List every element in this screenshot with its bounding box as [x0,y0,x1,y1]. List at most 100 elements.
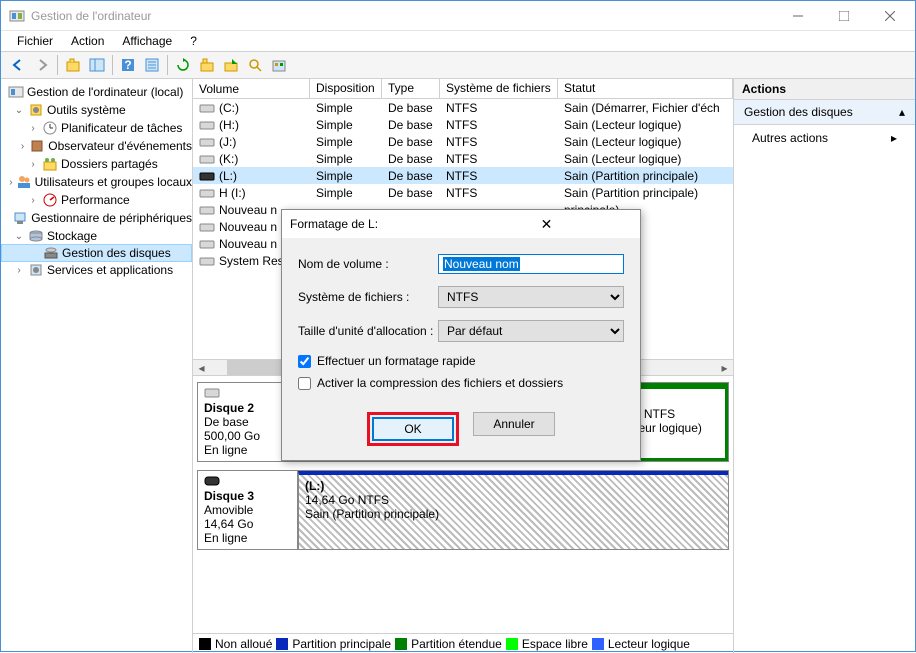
collapse-icon[interactable]: ⌄ [13,105,25,116]
allocation-select[interactable]: Par défaut [438,320,624,342]
menu-view[interactable]: Affichage [114,32,180,50]
expand-icon[interactable]: › [13,265,25,276]
allocation-label: Taille d'unité d'allocation : [298,324,438,338]
drive-icon [199,187,215,199]
drive-icon [199,119,215,131]
properties-button[interactable] [141,54,163,76]
tree-root-label: Gestion de l'ordinateur (local) [27,85,183,99]
disk-title: Disque 3 [204,489,254,503]
col-filesystem[interactable]: Système de fichiers [440,79,558,98]
expand-icon[interactable]: › [19,141,27,152]
vol-disp: Simple [310,118,382,132]
close-button[interactable] [867,1,913,31]
col-disposition[interactable]: Disposition [310,79,382,98]
tree-systools[interactable]: ⌄ Outils système [1,101,192,119]
volume-row[interactable]: (L:)SimpleDe baseNTFSSain (Partition pri… [193,167,733,184]
ok-highlight: OK [367,412,459,446]
part-status: Sain (Partition principale) [305,507,439,521]
tree-shared[interactable]: › Dossiers partagés [1,155,192,173]
dialog-title: Formatage de L: [290,217,461,231]
menu-action[interactable]: Action [63,32,112,50]
collapse-icon[interactable]: ⌄ [13,231,25,242]
filesystem-select[interactable]: NTFS [438,286,624,308]
volume-name-input[interactable]: Nouveau nom [438,254,624,274]
cancel-button[interactable]: Annuler [473,412,555,436]
disk-3-info[interactable]: Disque 3 Amovible 14,64 Go En ligne [198,471,298,549]
disk-status: En ligne [204,531,247,545]
actions-subheader[interactable]: Gestion des disques▴ [734,100,915,125]
format-dialog: Formatage de L: ✕ Nom de volume : Nouvea… [281,209,641,461]
vol-stat: Sain (Démarrer, Fichier d'éch [558,101,733,115]
volume-row[interactable]: (H:)SimpleDe baseNTFSSain (Lecteur logiq… [193,116,733,133]
minimize-button[interactable] [775,1,821,31]
vol-stat: Sain (Partition principale) [558,186,733,200]
vol-disp: Simple [310,135,382,149]
tree-label: Outils système [47,103,126,117]
expand-icon[interactable]: › [27,123,39,134]
tree-label: Gestion des disques [62,246,171,260]
volume-row[interactable]: (C:)SimpleDe baseNTFSSain (Démarrer, Fic… [193,99,733,116]
vol-stat: Sain (Partition principale) [558,169,733,183]
help-button[interactable]: ? [117,54,139,76]
tree-diskmgmt[interactable]: Gestion des disques [1,244,192,262]
part-name: (L:) [305,479,324,493]
col-status[interactable]: Statut [558,79,733,98]
toolbar-icon-4[interactable] [268,54,290,76]
quick-format-checkbox[interactable] [298,355,311,368]
col-volume[interactable]: Volume [193,79,310,98]
tree-scheduler[interactable]: ›Planificateur de tâches [1,119,192,137]
tree-label: Performance [61,193,130,207]
col-type[interactable]: Type [382,79,440,98]
expand-icon[interactable]: › [27,159,39,170]
refresh-button[interactable] [172,54,194,76]
vol-stat: Sain (Lecteur logique) [558,118,733,132]
menu-file[interactable]: Fichier [9,32,61,50]
tree-services[interactable]: ›Services et applications [1,261,192,279]
ok-button[interactable]: OK [372,417,454,441]
volume-row[interactable]: H (I:)SimpleDe baseNTFSSain (Partition p… [193,184,733,201]
disk-3-block: Disque 3 Amovible 14,64 Go En ligne (L:)… [197,470,729,550]
actions-more[interactable]: Autres actions ▸ [734,125,915,151]
up-button[interactable] [62,54,84,76]
tree-devmgr[interactable]: Gestionnaire de périphériques [1,209,192,227]
vol-name: Nouveau n [219,203,277,217]
forward-button[interactable] [31,54,53,76]
vol-type: De base [382,186,440,200]
tree-label: Dossiers partagés [61,157,158,171]
toolbar-icon-2[interactable] [220,54,242,76]
tree-storage[interactable]: ⌄ Stockage [1,227,192,245]
tree-root[interactable]: Gestion de l'ordinateur (local) [1,83,192,101]
tree-eventviewer[interactable]: ›Observateur d'événements [1,137,192,155]
disk-size: 500,00 Go [204,429,260,443]
compression-label: Activer la compression des fichiers et d… [317,376,563,390]
volume-row[interactable]: (J:)SimpleDe baseNTFSSain (Lecteur logiq… [193,133,733,150]
show-hide-tree-button[interactable] [86,54,108,76]
vol-disp: Simple [310,101,382,115]
partition-selected[interactable]: (L:) 14,64 Go NTFS Sain (Partition princ… [298,471,728,549]
tree-performance[interactable]: › Performance [1,191,192,209]
tree-label: Stockage [47,229,97,243]
app-icon [9,8,25,24]
maximize-button[interactable] [821,1,867,31]
drive-icon [199,255,215,267]
legend-label: Lecteur logique [608,637,690,651]
actions-more-label: Autres actions [752,131,828,145]
volume-row[interactable]: (K:)SimpleDe baseNTFSSain (Lecteur logiq… [193,150,733,167]
back-button[interactable] [7,54,29,76]
chevron-right-icon: ▸ [891,131,897,145]
disk-type: De base [204,415,249,429]
expand-icon[interactable]: › [9,177,12,188]
toolbar-icon-1[interactable] [196,54,218,76]
actions-header: Actions [734,79,915,100]
disk-status: En ligne [204,443,247,457]
expand-icon[interactable]: › [27,195,39,206]
dialog-close-button[interactable]: ✕ [461,216,632,233]
drive-icon [199,238,215,250]
tree-users[interactable]: ›Utilisateurs et groupes locaux [1,173,192,191]
vol-fs: NTFS [440,118,558,132]
compression-checkbox[interactable] [298,377,311,390]
menu-help[interactable]: ? [182,32,205,50]
legend-label: Non alloué [215,637,272,651]
vol-type: De base [382,169,440,183]
toolbar-icon-3[interactable] [244,54,266,76]
